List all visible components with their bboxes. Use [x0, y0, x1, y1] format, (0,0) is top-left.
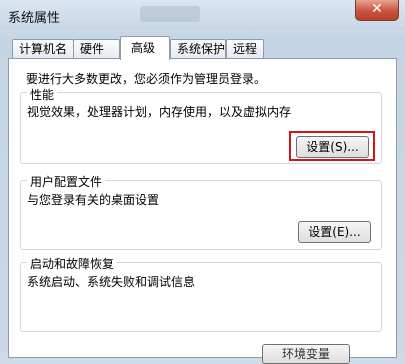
close-icon: ✕: [371, 1, 383, 17]
admin-notice: 要进行大多数更改，您必须作为管理员登录。: [26, 72, 267, 86]
environment-variables-button[interactable]: 环境变量: [262, 344, 350, 364]
user-profiles-settings-button[interactable]: 设置(E)...: [298, 221, 371, 243]
tab-hardware[interactable]: 硬件: [73, 39, 120, 58]
tab-remote[interactable]: 远程: [226, 39, 264, 58]
user-profiles-title: 用户配置文件: [27, 173, 106, 190]
performance-description: 视觉效果，处理器计划，内存使用，以及虚拟内存: [27, 105, 292, 119]
title-bar[interactable]: 系统属性 ✕: [0, 0, 405, 30]
performance-group: 性能 视觉效果，处理器计划，内存使用，以及虚拟内存 设置(S)...: [20, 86, 382, 164]
performance-settings-button[interactable]: 设置(S)...: [296, 136, 369, 158]
startup-recovery-group: 启动和故障恢复 系统启动、系统失败和调试信息: [20, 255, 382, 332]
window-title: 系统属性: [8, 11, 61, 26]
user-profiles-group: 用户配置文件 与您登录有关的桌面设置 设置(E)...: [20, 173, 382, 250]
user-profiles-description: 与您登录有关的桌面设置: [27, 193, 160, 207]
startup-recovery-title: 启动和故障恢复: [27, 255, 118, 272]
performance-title: 性能: [27, 86, 58, 103]
title-bar-blur: [140, 6, 200, 22]
tab-advanced[interactable]: 高级: [120, 36, 170, 60]
tab-computer-name[interactable]: 计算机名: [12, 39, 74, 58]
system-properties-window: 系统属性 ✕ 计算机名 硬件 高级 系统保护 远程 要进行大多数更改，您必须作为…: [0, 0, 405, 364]
tab-system-protection[interactable]: 系统保护: [170, 39, 226, 58]
startup-recovery-description: 系统启动、系统失败和调试信息: [27, 275, 196, 289]
close-button[interactable]: ✕: [355, 0, 399, 21]
